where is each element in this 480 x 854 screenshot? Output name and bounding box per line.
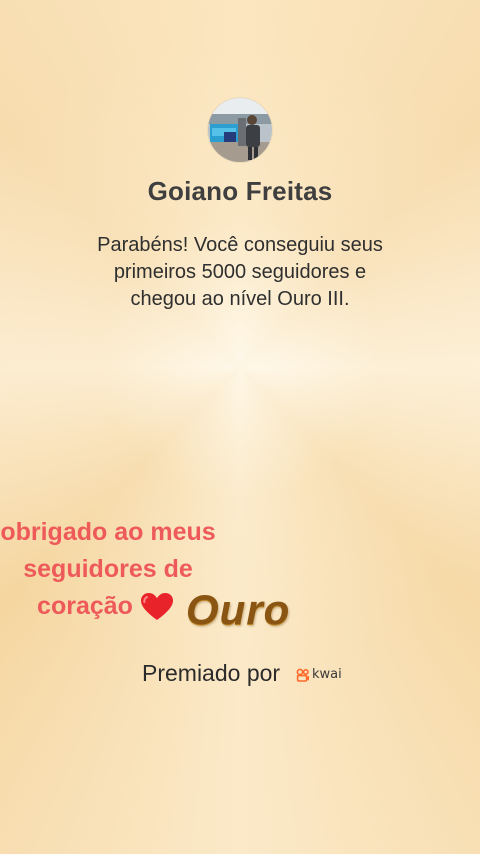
- overlay-line: seguidores de: [23, 555, 193, 583]
- message-line: chegou ao nível Ouro III.: [130, 288, 350, 310]
- overlay-line: obrigado ao meus: [0, 518, 216, 546]
- message-line: Parabéns! Você conseguiu seus: [97, 234, 383, 256]
- awarded-by-label: Premiado por: [142, 660, 281, 686]
- achievement-card: Goiano Freitas Parabéns! Você conseguiu …: [0, 0, 480, 854]
- message-line: primeiros 5000 seguidores e: [113, 261, 367, 283]
- kwai-logo[interactable]: kwai: [296, 667, 342, 682]
- congratulations-message: Parabéns! Você conseguiu seus primeiros …: [60, 232, 420, 313]
- red-heart-icon: [141, 593, 173, 620]
- kwai-icon: [296, 668, 309, 682]
- avatar[interactable]: [208, 98, 272, 162]
- kwai-wordmark: kwai: [312, 667, 342, 682]
- ouro-level-badge: Ouro: [186, 586, 291, 633]
- username: Goiano Freitas: [147, 176, 333, 206]
- profile-photo-icon: [208, 98, 272, 162]
